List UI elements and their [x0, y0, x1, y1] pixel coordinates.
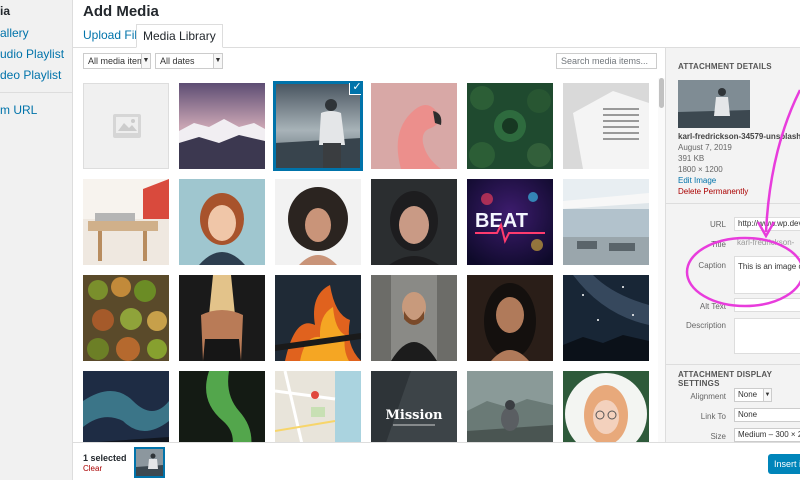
edit-image-link[interactable]: Edit Image	[678, 176, 716, 185]
caption-label: Caption	[698, 261, 726, 270]
media-item-modern-house[interactable]	[563, 179, 649, 265]
grid-scrollbar[interactable]	[658, 78, 665, 442]
attachment-filesize: 391 KB	[678, 154, 705, 163]
link-to-label: Link To	[700, 412, 726, 421]
size-label: Size	[710, 432, 726, 441]
media-item-neon-sign[interactable]: BEAT	[467, 179, 553, 265]
media-toolbar: All media items ▼ All dates ▼ Search med…	[73, 48, 665, 78]
clear-selection-link[interactable]: Clear	[83, 464, 102, 473]
attachment-preview	[678, 80, 750, 128]
media-tabs: Upload Files Media Library	[73, 24, 800, 48]
media-item-redhead-woman[interactable]	[179, 179, 265, 265]
link-to-value: None	[738, 410, 758, 419]
title-label: Title	[711, 240, 726, 249]
media-item-vegetables[interactable]	[83, 275, 169, 361]
selection-count: 1 selected	[83, 453, 127, 463]
media-item-man-on-hill[interactable]: ✓	[273, 81, 363, 171]
menu-item-gallery[interactable]: allery	[0, 26, 29, 40]
media-item-map[interactable]	[275, 371, 361, 442]
check-icon[interactable]: ✓	[349, 83, 361, 95]
title-field[interactable]: karl-fredrickson-	[734, 237, 800, 251]
date-filter-value: All dates	[160, 56, 195, 66]
alignment-select[interactable]: None ▼	[734, 388, 772, 402]
media-item-woman-portrait[interactable]	[371, 179, 457, 265]
media-item-flamingo[interactable]	[371, 83, 457, 169]
media-item-hiker[interactable]	[467, 371, 553, 442]
alignment-label: Alignment	[690, 392, 726, 401]
media-grid: ✓ BEAT Mission	[73, 78, 665, 442]
date-filter[interactable]: All dates ▼	[155, 53, 223, 69]
description-label: Description	[685, 321, 726, 330]
sidebar-divider	[666, 364, 800, 365]
display-settings-heading: ATTACHMENT DISPLAY SETTINGS	[678, 370, 772, 388]
media-item-mountain-sunset[interactable]	[179, 83, 265, 169]
mission-logo-text: Mission	[385, 408, 443, 423]
tab-media-library[interactable]: Media Library	[136, 24, 223, 48]
media-item-woman-long-hair[interactable]	[467, 275, 553, 361]
media-item-placeholder[interactable]	[83, 83, 169, 169]
chevron-down-icon: ▼	[141, 54, 150, 68]
alt-text-field[interactable]	[734, 298, 800, 312]
sidebar-divider	[666, 203, 800, 204]
alt-text-label: Alt Text	[699, 302, 726, 311]
attachment-filename: karl-fredrickson-34579-unsplash.	[678, 132, 800, 141]
attachment-details-heading: ATTACHMENT DETAILS	[678, 62, 772, 71]
selected-thumbnail[interactable]	[134, 447, 165, 478]
media-item-pine-trees[interactable]	[467, 83, 553, 169]
menu-item-media[interactable]: ia	[0, 4, 10, 18]
size-select[interactable]: Medium – 300 × 2	[734, 428, 800, 442]
media-item-mission[interactable]: Mission	[371, 371, 457, 442]
insert-into-post-button[interactable]: Insert i	[768, 454, 800, 474]
menu-item-video-playlist[interactable]: deo Playlist	[0, 68, 61, 82]
chevron-down-icon: ▼	[213, 54, 222, 68]
media-item-book-pages[interactable]	[563, 83, 649, 169]
menu-divider	[0, 92, 72, 93]
image-placeholder-icon	[113, 114, 141, 138]
media-type-filter-value: All media items	[88, 56, 150, 66]
attachment-dimensions: 1800 × 1200	[678, 165, 723, 174]
media-modal: Add Media Upload Files Media Library All…	[73, 0, 800, 480]
alignment-value: None	[738, 390, 758, 399]
search-input[interactable]: Search media items...	[556, 53, 657, 69]
link-to-select[interactable]: None	[734, 408, 800, 422]
grid-scrollbar-thumb[interactable]	[659, 78, 664, 108]
selection-toolbar: 1 selected Clear Insert i	[73, 442, 800, 480]
delete-permanently-link[interactable]: Delete Permanently	[678, 187, 748, 196]
caption-field[interactable]: This is an image c	[734, 256, 800, 294]
size-value: Medium – 300 × 2	[738, 430, 800, 439]
media-item-fire-flames[interactable]	[275, 275, 361, 361]
media-item-bearded-man[interactable]	[371, 275, 457, 361]
media-item-curly-hair-woman[interactable]	[275, 179, 361, 265]
menu-item-audio-playlist[interactable]: udio Playlist	[0, 47, 64, 61]
admin-menu: ia allery udio Playlist deo Playlist m U…	[0, 0, 73, 480]
media-type-filter[interactable]: All media items ▼	[83, 53, 151, 69]
description-field[interactable]	[734, 318, 800, 354]
media-item-milky-way[interactable]	[563, 275, 649, 361]
url-label: URL	[709, 220, 726, 229]
attachment-date: August 7, 2019	[678, 143, 732, 152]
modal-title: Add Media	[83, 3, 159, 20]
attachment-details-panel: ATTACHMENT DETAILS karl-fredrickson-3457…	[665, 48, 800, 442]
media-item-aurora[interactable]	[83, 371, 169, 442]
media-item-woman-glasses[interactable]	[563, 371, 649, 442]
media-item-woman-back[interactable]	[179, 275, 265, 361]
media-item-desk-table[interactable]	[83, 179, 169, 265]
chevron-down-icon: ▼	[763, 389, 771, 401]
menu-item-insert-from-url[interactable]: m URL	[0, 103, 37, 117]
media-item-aurora-bright[interactable]	[179, 371, 265, 442]
url-field[interactable]: http://www.wp.dev	[734, 217, 800, 231]
